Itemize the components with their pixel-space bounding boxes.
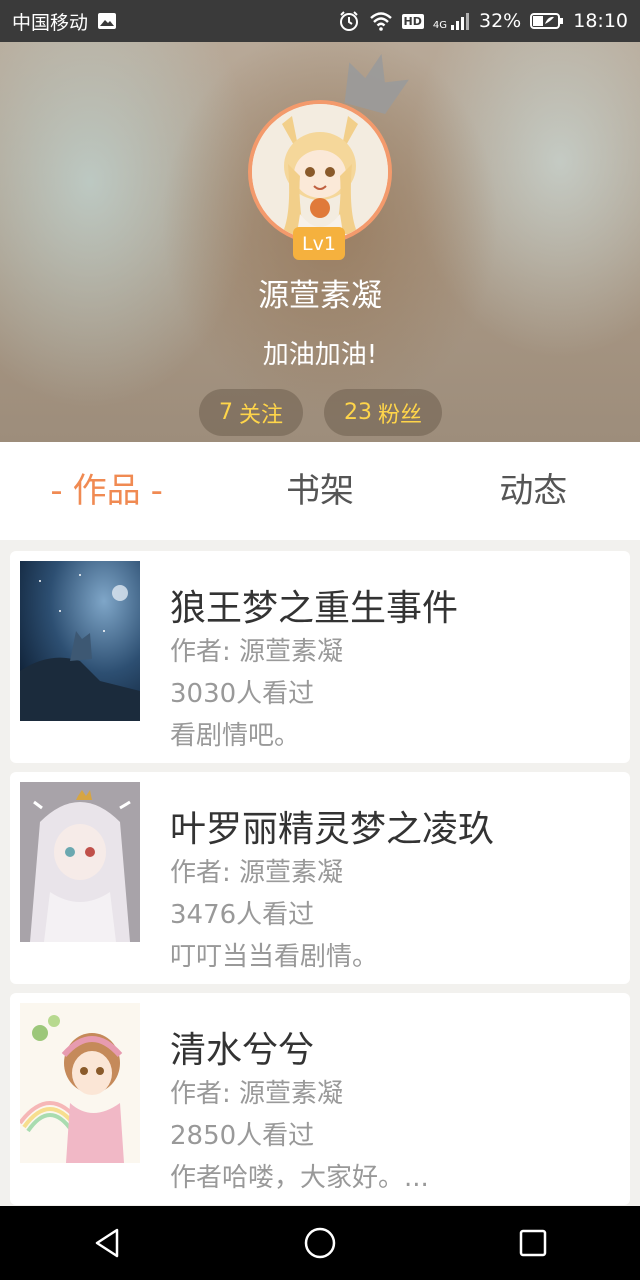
- following-count: 7: [218, 400, 233, 425]
- active-tab-marker-left: -: [50, 471, 63, 511]
- battery-icon: [530, 12, 564, 30]
- work-views: 2850人看过: [170, 1121, 315, 1151]
- tab-bookshelf-label: 书架: [285, 471, 354, 511]
- following-button[interactable]: 7 关注: [199, 389, 303, 436]
- wifi-icon: [369, 11, 393, 31]
- work-views: 3476人看过: [170, 900, 315, 930]
- level-badge: Lv1: [293, 227, 345, 260]
- work-author: 作者: 源萱素凝: [170, 858, 344, 888]
- work-card[interactable]: 清水兮兮 作者: 源萱素凝 2850人看过 作者哈喽，大家好。...: [10, 993, 630, 1205]
- work-views: 3030人看过: [170, 679, 315, 709]
- fans-label: 粉丝: [377, 402, 422, 428]
- work-description: 看剧情吧。: [170, 721, 301, 751]
- work-author: 作者: 源萱素凝: [170, 1079, 344, 1109]
- username: 源萱素凝: [258, 278, 382, 314]
- work-description: 叮叮当当看剧情。: [170, 942, 379, 972]
- fans-button[interactable]: 23 粉丝: [324, 389, 442, 436]
- fans-count: 23: [343, 400, 372, 425]
- back-icon[interactable]: [77, 1213, 137, 1273]
- tab-bar: - 作品 - 书架 动态: [0, 442, 640, 540]
- work-author: 作者: 源萱素凝: [170, 637, 344, 667]
- tab-works[interactable]: - 作品 -: [0, 442, 213, 540]
- image-notification-icon: [97, 12, 117, 30]
- network-type-label: 4G: [432, 20, 447, 31]
- status-bar: 中国移动 HD 4G 32% 18:10: [0, 0, 640, 42]
- recent-apps-icon[interactable]: [503, 1213, 563, 1273]
- battery-percent: 32%: [479, 10, 522, 32]
- clock: 18:10: [573, 10, 628, 32]
- signature: 加油加油!: [262, 340, 378, 370]
- work-card[interactable]: 叶罗丽精灵梦之凌玖 作者: 源萱素凝 3476人看过 叮叮当当看剧情。: [10, 772, 630, 984]
- works-list: 狼王梦之重生事件 作者: 源萱素凝 3030人看过 看剧情吧。 叶罗丽精灵梦之凌…: [10, 551, 630, 1214]
- anime-girl-rainbow-cover-icon: [20, 1003, 140, 1163]
- tab-activity[interactable]: 动态: [427, 442, 640, 540]
- avatar[interactable]: [248, 100, 392, 244]
- tab-works-label: 作品: [72, 471, 141, 511]
- home-icon[interactable]: [290, 1213, 350, 1273]
- work-title: 狼王梦之重生事件: [170, 588, 459, 629]
- alarm-icon: [338, 10, 360, 32]
- active-tab-marker-right: -: [150, 471, 163, 511]
- work-title: 清水兮兮: [170, 1030, 315, 1071]
- anime-girl-cover-icon: [20, 782, 140, 942]
- hd-badge: HD: [401, 13, 424, 29]
- tab-activity-label: 动态: [499, 471, 568, 511]
- profile-header: Lv1 源萱素凝 加油加油! 7 关注 23 粉丝: [0, 42, 640, 442]
- signal-icon: [450, 11, 470, 31]
- work-description: 作者哈喽，大家好。...: [170, 1163, 429, 1193]
- tab-bookshelf[interactable]: 书架: [213, 442, 426, 540]
- carrier-label: 中国移动: [12, 11, 89, 34]
- wolf-night-cover-icon: [20, 561, 140, 721]
- work-title: 叶罗丽精灵梦之凌玖: [170, 809, 495, 850]
- following-label: 关注: [238, 402, 283, 428]
- avatar-illustration-icon: [252, 104, 388, 240]
- system-nav-bar: [0, 1206, 640, 1280]
- work-card[interactable]: 狼王梦之重生事件 作者: 源萱素凝 3030人看过 看剧情吧。: [10, 551, 630, 763]
